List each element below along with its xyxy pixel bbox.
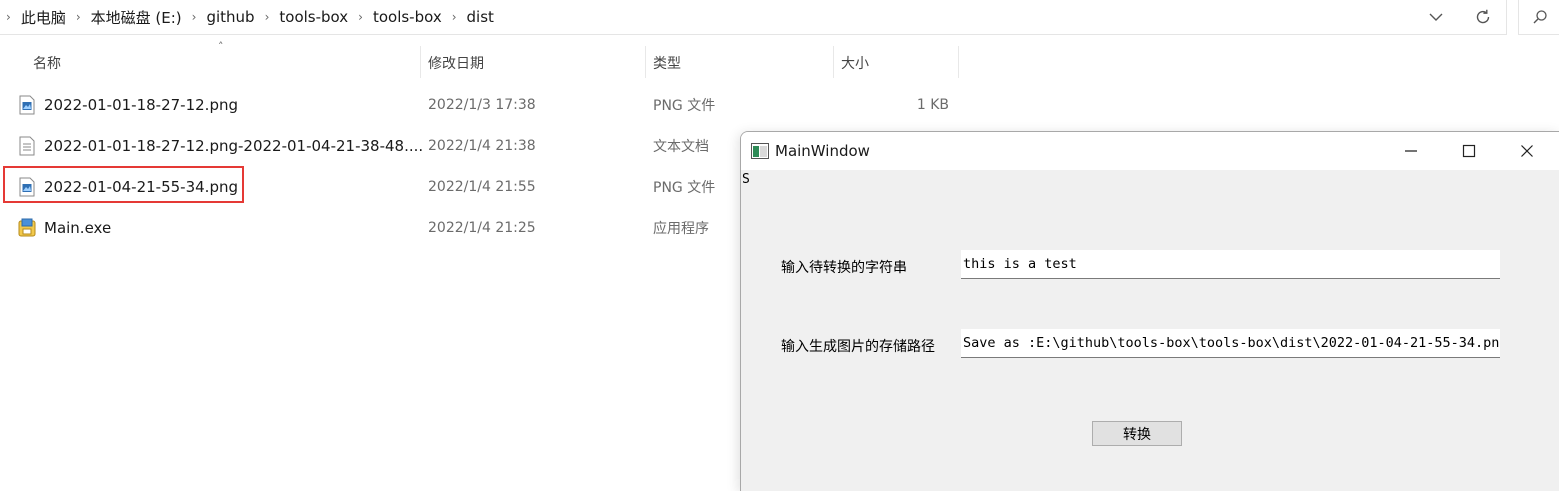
main-window[interactable]: MainWindow S 输入待转换的字符串 this is a test 输入… bbox=[740, 131, 1559, 491]
png-file-icon bbox=[19, 95, 35, 114]
file-date: 2022/1/4 21:25 bbox=[428, 219, 536, 236]
column-divider[interactable] bbox=[958, 46, 959, 78]
file-name-cell[interactable]: 2022-01-01-18-27-12.png bbox=[18, 95, 238, 115]
file-type: 文本文档 bbox=[653, 138, 709, 155]
status-letter-label: S bbox=[742, 172, 750, 187]
close-button[interactable] bbox=[1498, 132, 1556, 170]
close-icon bbox=[1521, 145, 1533, 157]
address-bar[interactable]: › 此电脑 › 本地磁盘 (E:) › github › tools-box ›… bbox=[0, 0, 1507, 35]
chevron-down-icon bbox=[1429, 13, 1443, 21]
window-title: MainWindow bbox=[775, 142, 870, 160]
file-type: PNG 文件 bbox=[653, 97, 716, 114]
breadcrumb-drive-e[interactable]: 本地磁盘 (E:) bbox=[91, 7, 182, 28]
file-name: Main.exe bbox=[44, 218, 112, 237]
refresh-button[interactable] bbox=[1474, 0, 1492, 34]
save-path-label: 输入生成图片的存储路径 bbox=[781, 339, 935, 355]
breadcrumb-this-pc[interactable]: 此电脑 bbox=[21, 7, 66, 28]
exe-file-icon bbox=[18, 218, 36, 236]
search-icon bbox=[1533, 10, 1547, 24]
breadcrumb-github[interactable]: github bbox=[206, 8, 254, 26]
minimize-button[interactable] bbox=[1382, 132, 1440, 170]
file-date: 2022/1/4 21:38 bbox=[428, 137, 536, 154]
column-header-size[interactable]: 大小 bbox=[841, 50, 869, 76]
column-divider[interactable] bbox=[833, 46, 834, 78]
minimize-icon bbox=[1405, 150, 1417, 152]
maximize-button[interactable] bbox=[1440, 132, 1498, 170]
breadcrumb-dist[interactable]: dist bbox=[467, 8, 494, 26]
search-button[interactable] bbox=[1518, 0, 1559, 35]
column-header-date[interactable]: 修改日期 bbox=[428, 50, 484, 76]
breadcrumb-tools-box[interactable]: tools-box bbox=[279, 8, 348, 26]
save-path-input[interactable]: Save as :E:\github\tools-box\tools-box\d… bbox=[961, 329, 1500, 358]
text-file-icon bbox=[19, 136, 35, 155]
column-header-type[interactable]: 类型 bbox=[653, 50, 681, 76]
highlight-annotation-box bbox=[3, 166, 244, 203]
column-divider[interactable] bbox=[645, 46, 646, 78]
chevron-right-icon[interactable]: › bbox=[192, 10, 197, 24]
breadcrumb-tools-box-inner[interactable]: tools-box bbox=[373, 8, 442, 26]
string-input-label: 输入待转换的字符串 bbox=[781, 260, 907, 276]
history-dropdown-button[interactable] bbox=[1428, 0, 1444, 34]
chevron-right-icon[interactable]: › bbox=[6, 10, 11, 24]
sort-ascending-icon: ˄ bbox=[218, 40, 224, 53]
file-name-cell[interactable]: 2022-01-01-18-27-12.png-2022-01-04-21-38… bbox=[18, 136, 423, 156]
file-name-cell[interactable]: Main.exe bbox=[18, 218, 111, 238]
file-type: 应用程序 bbox=[653, 220, 709, 237]
string-input[interactable]: this is a test bbox=[961, 250, 1500, 279]
file-name: 2022-01-01-18-27-12.png bbox=[44, 95, 238, 114]
column-divider[interactable] bbox=[420, 46, 421, 78]
chevron-right-icon[interactable]: › bbox=[265, 10, 270, 24]
chevron-right-icon[interactable]: › bbox=[76, 10, 81, 24]
chevron-right-icon[interactable]: › bbox=[452, 10, 457, 24]
file-date: 2022/1/4 21:55 bbox=[428, 178, 536, 195]
file-row[interactable]: 2022-01-01-18-27-12.png 2022/1/3 17:38 P… bbox=[0, 84, 1000, 125]
convert-button[interactable]: 转换 bbox=[1092, 421, 1182, 446]
app-window-icon bbox=[751, 143, 769, 159]
column-header-name[interactable]: 名称 bbox=[33, 50, 61, 76]
window-titlebar[interactable]: MainWindow bbox=[741, 132, 1559, 170]
file-size: 1 KB bbox=[916, 96, 949, 113]
file-date: 2022/1/3 17:38 bbox=[428, 96, 536, 113]
file-type: PNG 文件 bbox=[653, 179, 716, 196]
maximize-icon bbox=[1462, 144, 1476, 158]
refresh-icon bbox=[1476, 9, 1490, 24]
chevron-right-icon[interactable]: › bbox=[358, 10, 363, 24]
file-name: 2022-01-01-18-27-12.png-2022-01-04-21-38… bbox=[44, 136, 424, 155]
